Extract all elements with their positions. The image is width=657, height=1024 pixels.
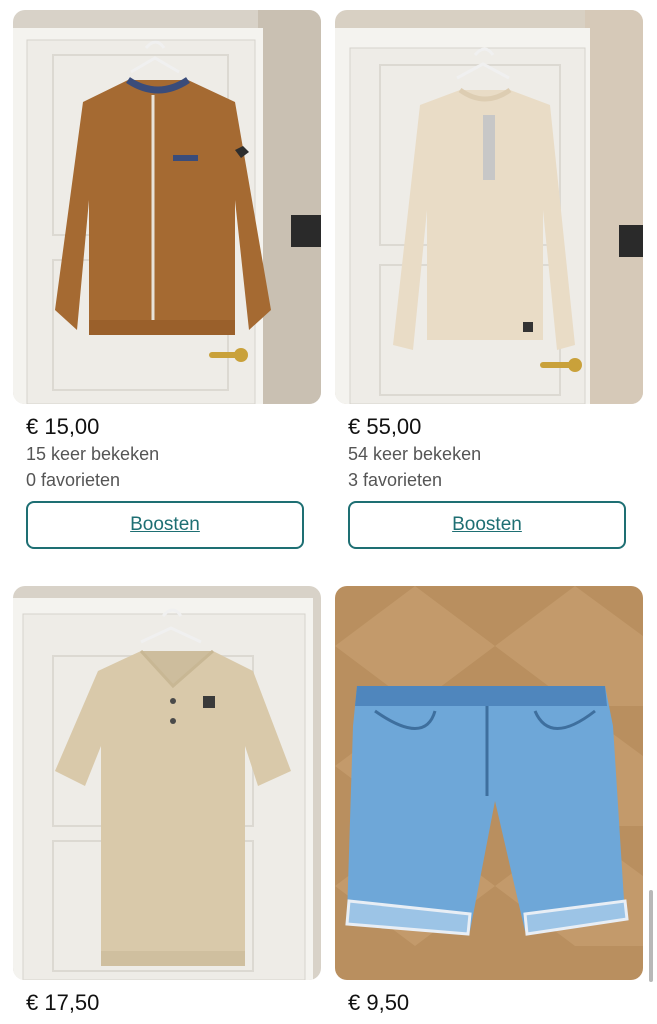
listing-card[interactable]: € 9,50 bbox=[335, 586, 643, 1015]
listing-card[interactable]: € 55,00 54 keer bekeken 3 favorieten Boo… bbox=[335, 10, 643, 549]
listing-price: € 55,00 bbox=[348, 414, 422, 439]
listing-card[interactable]: € 17,50 bbox=[13, 586, 321, 1015]
jacket-image bbox=[13, 10, 321, 404]
listing-favorites: 0 favorieten bbox=[26, 470, 121, 490]
listing-photo[interactable] bbox=[335, 586, 643, 980]
listing-price: € 15,00 bbox=[26, 414, 100, 439]
listing-views: 54 keer bekeken bbox=[348, 444, 482, 464]
sweater-image bbox=[335, 10, 643, 404]
listing-price: € 17,50 bbox=[26, 990, 100, 1015]
boost-button[interactable]: Boosten bbox=[348, 501, 626, 549]
listing-price: € 9,50 bbox=[348, 990, 410, 1015]
listing-card[interactable]: € 15,00 15 keer bekeken 0 favorieten Boo… bbox=[13, 10, 321, 549]
boost-button[interactable]: Boosten bbox=[26, 501, 304, 549]
listing-views: 15 keer bekeken bbox=[26, 444, 160, 464]
listing-photo[interactable] bbox=[13, 586, 321, 980]
listing-photo[interactable] bbox=[335, 10, 643, 404]
scrollbar[interactable] bbox=[649, 890, 653, 982]
polo-image bbox=[13, 586, 321, 980]
listing-favorites: 3 favorieten bbox=[348, 470, 443, 490]
shorts-image bbox=[335, 586, 643, 980]
listing-photo[interactable] bbox=[13, 10, 321, 404]
